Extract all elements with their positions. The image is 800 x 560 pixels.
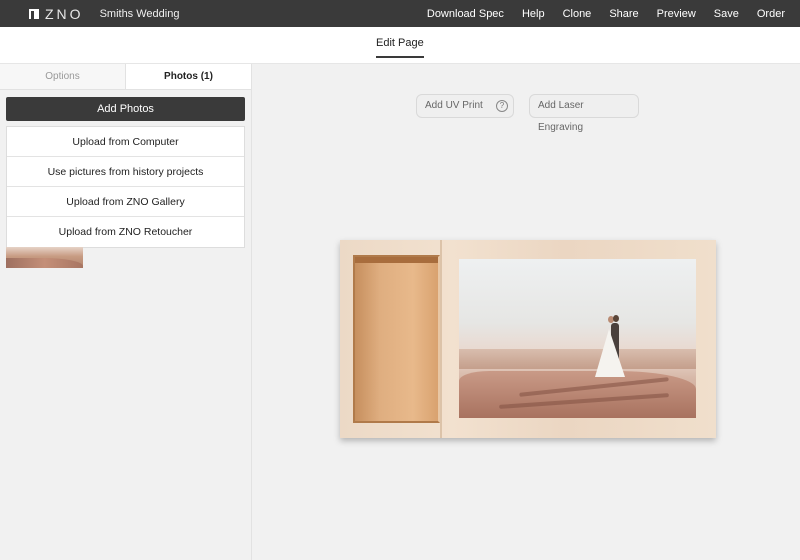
- add-laser-engraving-button[interactable]: Add Laser Engraving: [529, 94, 639, 133]
- upload-from-computer-item[interactable]: Upload from Computer: [7, 127, 244, 157]
- add-photos-button[interactable]: Add Photos: [6, 97, 245, 121]
- preview-link[interactable]: Preview: [657, 8, 696, 20]
- order-link[interactable]: Order: [757, 8, 785, 20]
- box-tray: [353, 255, 440, 423]
- photo-thumbnail[interactable]: [6, 247, 83, 268]
- box-lid-edge: [440, 240, 442, 438]
- add-uv-print-button[interactable]: Add UV Print ?: [416, 94, 514, 118]
- history-projects-item[interactable]: Use pictures from history projects: [7, 157, 244, 187]
- help-link[interactable]: Help: [522, 8, 545, 20]
- tab-photos[interactable]: Photos (1): [126, 64, 251, 89]
- zno-logo-icon: [29, 8, 39, 19]
- save-link[interactable]: Save: [714, 8, 739, 20]
- zno-gallery-item[interactable]: Upload from ZNO Gallery: [7, 187, 244, 217]
- top-actions: Download Spec Help Clone Share Preview S…: [409, 0, 785, 27]
- add-uv-print-label: Add UV Print: [425, 100, 483, 111]
- couple-figure: [591, 315, 631, 381]
- wooden-box-preview[interactable]: [340, 240, 716, 438]
- share-link[interactable]: Share: [609, 8, 638, 20]
- project-title[interactable]: Smiths Wedding: [100, 8, 180, 20]
- sidebar-tabs: Options Photos (1): [0, 64, 251, 90]
- tab-options[interactable]: Options: [0, 64, 126, 89]
- upload-menu: Upload from Computer Use pictures from h…: [6, 126, 245, 248]
- tab-edit-page[interactable]: Edit Page: [376, 37, 424, 58]
- wedding-photo[interactable]: [459, 259, 696, 418]
- sidebar: Options Photos (1) Add Photos Upload fro…: [0, 64, 252, 560]
- help-icon[interactable]: ?: [496, 100, 508, 112]
- zno-logo[interactable]: ZNO: [29, 6, 84, 22]
- download-spec-link[interactable]: Download Spec: [427, 8, 504, 20]
- design-canvas: Add UV Print ? Add Laser Engraving: [253, 64, 800, 560]
- sub-header: Edit Page: [0, 27, 800, 64]
- top-bar: ZNO Smiths Wedding Download Spec Help Cl…: [0, 0, 800, 27]
- clone-link[interactable]: Clone: [563, 8, 592, 20]
- zno-retoucher-item[interactable]: Upload from ZNO Retoucher: [7, 217, 244, 247]
- logo-text: ZNO: [45, 5, 84, 22]
